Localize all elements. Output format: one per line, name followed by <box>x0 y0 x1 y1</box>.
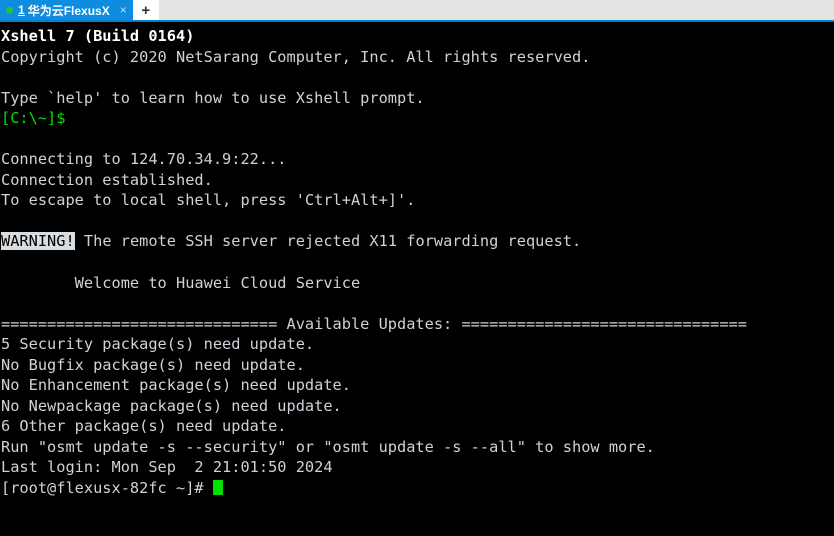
terminal-line: No Bugfix package(s) need update. <box>1 355 834 376</box>
terminal-text: Type `help' to learn how to use Xshell p… <box>1 88 425 107</box>
terminal-text: ============================== Available… <box>1 314 747 333</box>
terminal-line: Type `help' to learn how to use Xshell p… <box>1 88 834 109</box>
terminal-text: 5 Security package(s) need update. <box>1 335 315 354</box>
terminal-line: Xshell 7 (Build 0164) <box>1 26 834 47</box>
terminal-line: Run "osmt update -s --security" or "osmt… <box>1 437 834 458</box>
terminal-text: 6 Other package(s) need update. <box>1 417 287 436</box>
terminal-line: [C:\~]$ <box>1 108 834 129</box>
new-tab-button[interactable]: + <box>132 0 159 20</box>
terminal-line: Copyright (c) 2020 NetSarang Computer, I… <box>1 47 834 68</box>
tab-bar: 1 华为云FlexusX × + <box>0 0 834 22</box>
terminal-output[interactable]: Xshell 7 (Build 0164) Copyright (c) 2020 … <box>0 22 834 536</box>
terminal-line: No Newpackage package(s) need update. <box>1 396 834 417</box>
terminal-text: No Enhancement package(s) need update. <box>1 376 351 395</box>
terminal-line: Connection established. <box>1 170 834 191</box>
close-icon[interactable]: × <box>120 4 127 16</box>
tab-title-label: 华为云FlexusX <box>27 3 110 18</box>
terminal-text: To escape to local shell, press 'Ctrl+Al… <box>1 191 416 210</box>
app-version-line: Xshell 7 (Build 0164) <box>1 27 195 45</box>
terminal-text: Copyright (c) 2020 NetSarang Computer, I… <box>1 47 591 66</box>
text-cursor <box>212 480 223 496</box>
terminal-line: WARNING! The remote SSH server rejected … <box>1 231 834 252</box>
terminal-line: No Enhancement package(s) need update. <box>1 375 834 396</box>
tab-huawei-flexusx[interactable]: 1 华为云FlexusX × <box>0 0 133 20</box>
terminal-line: To escape to local shell, press 'Ctrl+Al… <box>1 190 834 211</box>
tab-status-dot-icon <box>6 6 13 14</box>
terminal-text: No Newpackage package(s) need update. <box>1 396 342 415</box>
local-shell-prompt: [C:\~]$ <box>1 109 66 128</box>
terminal-line: Connecting to 124.70.34.9:22... <box>1 149 834 170</box>
terminal-text: Last login: Mon Sep 2 21:01:50 2024 <box>1 458 333 477</box>
tab-index-label: 1 <box>18 3 25 17</box>
warning-badge: WARNING! <box>1 232 75 251</box>
shell-prompt: [root@flexusx-82fc ~]# <box>1 479 213 498</box>
terminal-line: Welcome to Huawei Cloud Service <box>1 273 834 294</box>
terminal-text: No Bugfix package(s) need update. <box>1 355 305 374</box>
tab-bar-empty-area <box>158 0 834 20</box>
terminal-line: ============================== Available… <box>1 314 834 335</box>
warning-message: The remote SSH server rejected X11 forwa… <box>74 232 582 251</box>
terminal-line: 6 Other package(s) need update. <box>1 416 834 437</box>
terminal-line: Last login: Mon Sep 2 21:01:50 2024 <box>1 457 834 478</box>
terminal-text: Run "osmt update -s --security" or "osmt… <box>1 437 655 456</box>
terminal-text: Connecting to 124.70.34.9:22... <box>1 150 287 169</box>
terminal-text: Connection established. <box>1 170 213 189</box>
terminal-text: Welcome to Huawei Cloud Service <box>1 273 361 292</box>
terminal-line: 5 Security package(s) need update. <box>1 334 834 355</box>
terminal-line: [root@flexusx-82fc ~]# <box>1 478 834 499</box>
